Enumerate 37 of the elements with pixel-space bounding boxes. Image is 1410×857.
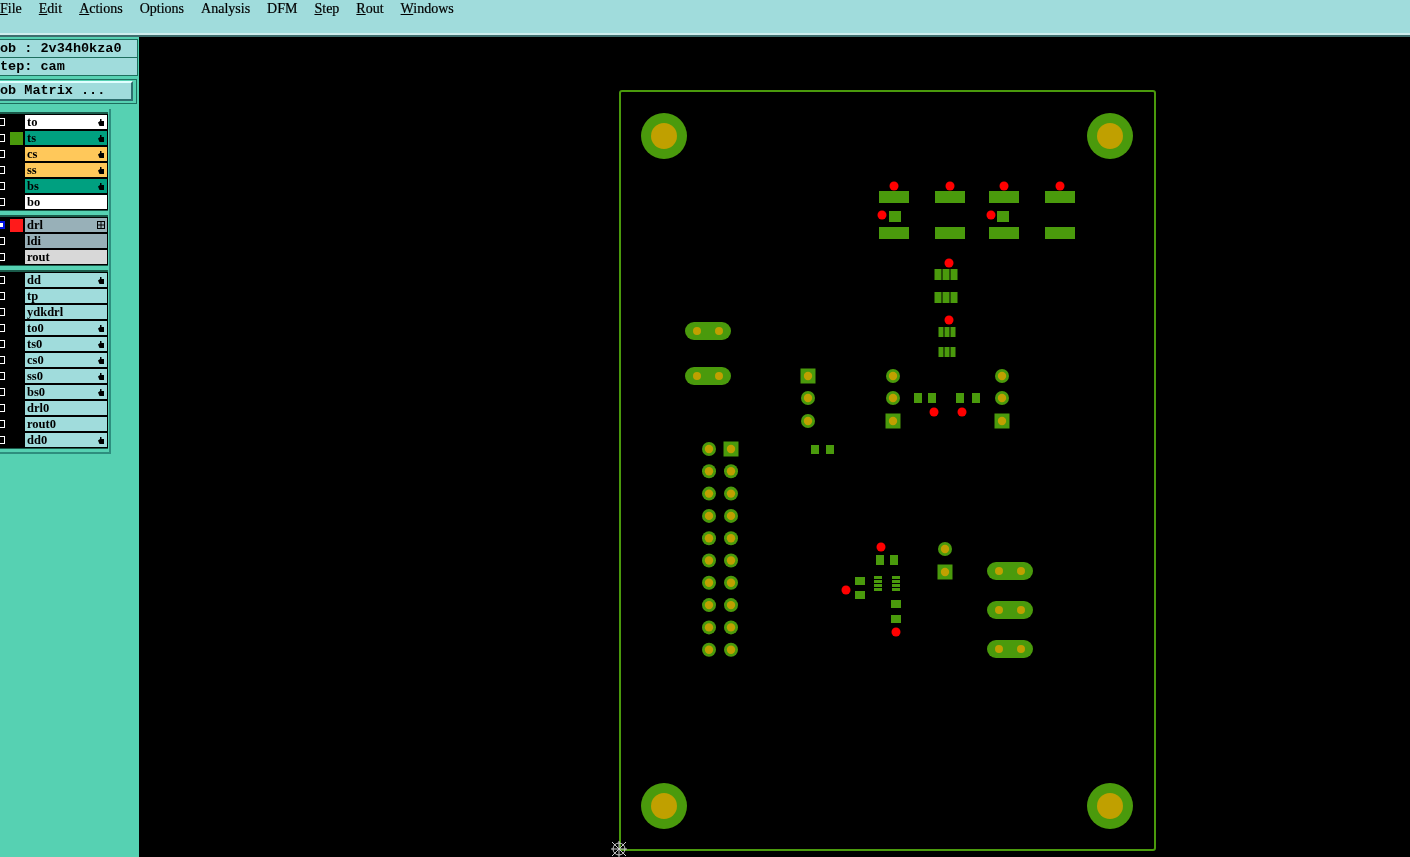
layer-name[interactable]: ss [25,163,107,177]
layer-name[interactable]: dd [25,273,107,287]
layer-name[interactable]: ts [25,131,107,145]
hand-icon [97,436,105,444]
layer-name[interactable]: bo [25,195,107,209]
layer-color-swatch[interactable] [9,218,23,232]
layer-name[interactable]: to [25,115,107,129]
menu-item[interactable]: Edit [29,0,71,17]
layer-name[interactable]: bs0 [25,385,107,399]
layer-name[interactable]: cs [25,147,107,161]
menu-item[interactable]: DFM [258,0,306,17]
layer-name[interactable]: ss0 [25,369,107,383]
layer-name[interactable]: drl [25,218,107,232]
menu-item[interactable]: Options [130,0,193,17]
layer-color-swatch[interactable] [9,131,23,145]
hand-icon [97,276,105,284]
job-info-text: ob : 2v34h0kza0 [0,40,137,58]
layer-name[interactable]: rout [25,250,107,264]
layer-name[interactable]: ts0 [25,337,107,351]
menu-item[interactable]: Rout [347,0,392,17]
layer-name[interactable]: bs [25,179,107,193]
layer-name[interactable]: rout0 [25,417,107,431]
menu-item[interactable]: Actions [70,0,131,17]
layer-name[interactable]: dd0 [25,433,107,447]
menu-item[interactable]: Analysis [192,0,259,17]
menu-item[interactable]: File [0,0,30,17]
job-info-text: tep: cam [0,58,137,75]
menu-item[interactable]: Step [305,0,348,17]
menu-item[interactable]: Windows [391,0,462,17]
layer-name[interactable]: ldi [25,234,107,248]
layer-name[interactable]: drl0 [25,401,107,415]
layer-name[interactable]: to0 [25,321,107,335]
layer-name[interactable]: ydkdrl [25,305,107,319]
job-matrix-button[interactable]: ob Matrix ... [0,81,133,101]
layer-name[interactable]: cs0 [25,353,107,367]
grid-icon [97,221,105,229]
layer-name[interactable]: tp [25,289,107,303]
